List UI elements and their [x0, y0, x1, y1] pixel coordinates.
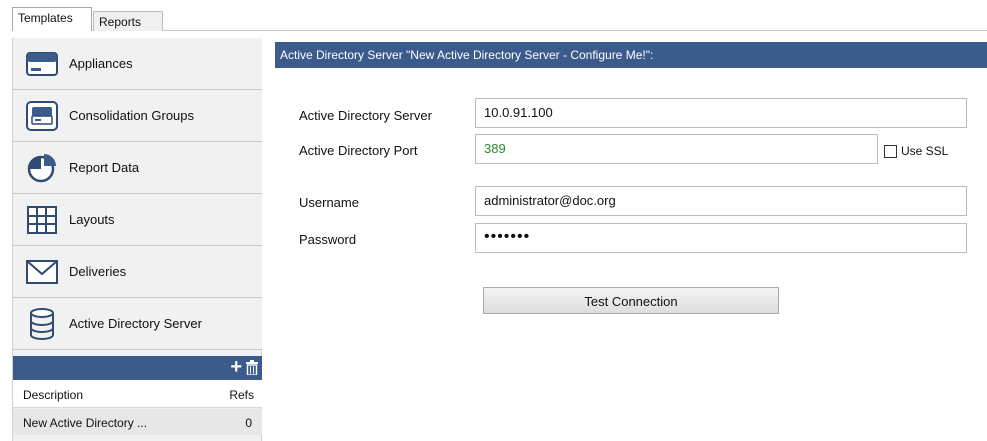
consolidation-group-icon — [25, 99, 59, 133]
checkbox-box[interactable] — [884, 144, 897, 158]
nav-label: Active Directory Server — [69, 316, 202, 331]
tab-reports[interactable]: Reports — [93, 11, 163, 31]
envelope-icon — [25, 255, 59, 289]
nav-item-deliveries[interactable]: Deliveries — [13, 246, 262, 298]
list-item[interactable]: New Active Directory ... 0 — [13, 409, 262, 435]
list-item-description: New Active Directory ... — [23, 416, 148, 430]
list-item-refs: 0 — [245, 416, 252, 430]
plus-icon[interactable]: + — [230, 357, 242, 377]
username-label: Username — [299, 195, 359, 210]
column-header-description[interactable]: Description — [23, 388, 83, 402]
tab-strip: Templates Reports — [12, 7, 987, 31]
server-label: Active Directory Server — [299, 108, 432, 123]
list-header: Description Refs — [13, 380, 262, 408]
nav-item-appliances[interactable]: Appliances — [13, 38, 262, 90]
column-header-refs[interactable]: Refs — [229, 388, 254, 402]
username-field[interactable]: administrator@doc.org — [475, 186, 967, 216]
password-label: Password — [299, 232, 357, 247]
grid-layout-icon — [25, 203, 59, 237]
port-field[interactable]: 389 — [475, 134, 878, 164]
port-label: Active Directory Port — [299, 143, 418, 158]
nav-label: Consolidation Groups — [69, 108, 195, 123]
trash-icon[interactable] — [246, 360, 258, 378]
left-nav-panel: Appliances Consolidation Groups Report D… — [12, 38, 262, 441]
nav-label: Report Data — [69, 160, 140, 175]
appliance-icon — [25, 47, 59, 81]
use-ssl-label: Use SSL — [901, 144, 949, 158]
form-header: Active Directory Server "New Active Dire… — [275, 42, 987, 68]
list-toolbar: + — [13, 356, 262, 380]
nav-item-active-directory-server[interactable]: Active Directory Server — [13, 298, 262, 350]
server-field[interactable]: 10.0.91.100 — [475, 98, 967, 128]
database-icon — [25, 307, 59, 341]
nav-item-consolidation-groups[interactable]: Consolidation Groups — [13, 90, 262, 142]
pie-chart-icon — [25, 151, 59, 185]
nav-item-report-data[interactable]: Report Data — [13, 142, 262, 194]
use-ssl-checkbox[interactable]: Use SSL — [884, 144, 948, 158]
password-field[interactable]: ••••••• — [475, 223, 967, 253]
tab-templates[interactable]: Templates — [12, 7, 92, 31]
nav-label: Appliances — [69, 56, 133, 71]
nav-item-layouts[interactable]: Layouts — [13, 194, 262, 246]
test-connection-button[interactable]: Test Connection — [483, 287, 779, 314]
nav-label: Deliveries — [69, 264, 127, 279]
nav-label: Layouts — [69, 212, 115, 227]
